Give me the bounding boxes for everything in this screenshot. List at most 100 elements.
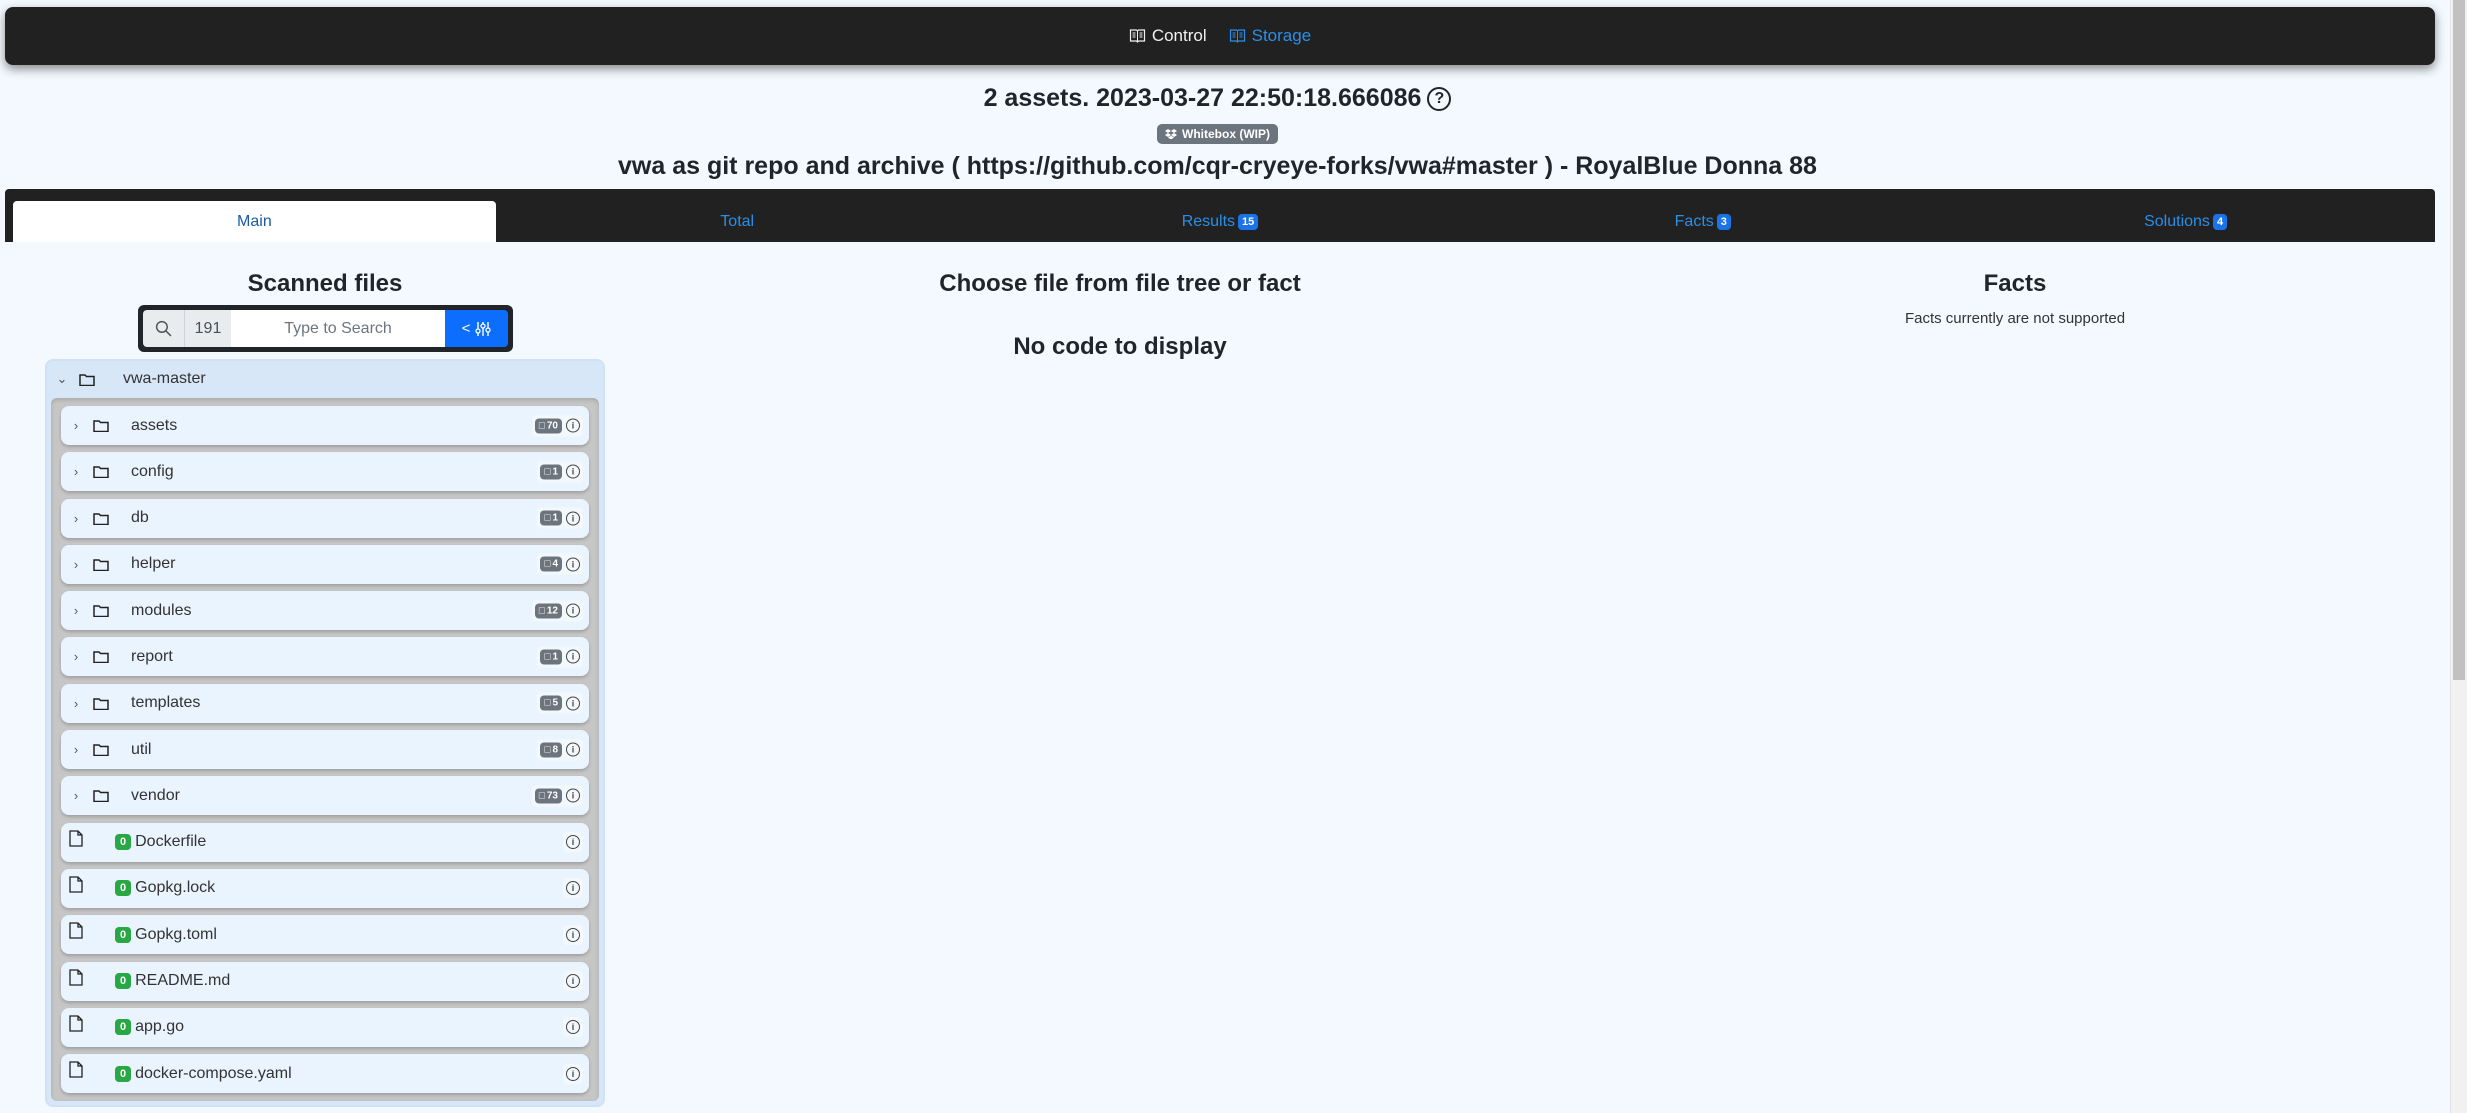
book-icon [1129, 29, 1145, 43]
info-icon[interactable]: i [566, 464, 580, 479]
chevron-right-icon[interactable]: › [69, 742, 83, 757]
chevron-down-icon[interactable]: ⌄ [55, 371, 69, 387]
file-icon [69, 968, 83, 986]
tab-solutions[interactable]: Solutions 4 [1944, 201, 2427, 242]
tree-file-row[interactable]: 0 Dockerfile i [61, 822, 589, 862]
folder-icon [93, 559, 109, 571]
tab-results-label: Results [1181, 212, 1236, 230]
info-icon[interactable]: i [566, 603, 580, 618]
folder-icon [93, 420, 109, 432]
chevron-right-icon[interactable]: › [69, 603, 83, 618]
tree-folder-row[interactable]: › db □ 1 i [61, 498, 589, 538]
folder-count-badge: □ 1 [540, 649, 562, 665]
folder-icon [93, 698, 109, 710]
repo-title: vwa as git repo and archive ( https://gi… [618, 152, 1817, 180]
info-icon[interactable]: i [566, 974, 580, 989]
nav-storage[interactable]: Storage [1229, 26, 1312, 46]
facts-count-badge: 3 [1716, 213, 1731, 230]
nav-storage-label: Storage [1251, 26, 1312, 45]
chevron-right-icon[interactable]: › [69, 418, 83, 433]
file-name: docker-compose.yaml [135, 1064, 292, 1082]
nav-control-label: Control [1151, 26, 1207, 45]
folder-icon [93, 651, 109, 664]
info-icon[interactable]: i [566, 557, 580, 572]
findings-badge: 0 [115, 834, 132, 851]
findings-badge: 0 [115, 973, 132, 990]
folder-name: templates [131, 694, 201, 712]
tree-folder-row[interactable]: › config □ 1 i [61, 452, 589, 492]
tree-folder-row[interactable]: › helper □ 4 i [61, 544, 589, 584]
whitebox-badge-label: Whitebox (WIP) [1182, 127, 1270, 141]
findings-badge: 0 [115, 926, 132, 943]
nav-control[interactable]: Control [1129, 26, 1207, 46]
folder-icon [93, 605, 109, 618]
tree-folder-row[interactable]: › assets □ 70 i [61, 406, 589, 445]
dropbox-icon [1165, 129, 1177, 139]
folder-icon: □ [544, 558, 551, 570]
folder-icon: □ [544, 651, 551, 663]
sliders-icon [475, 321, 492, 336]
folder-name: modules [131, 601, 192, 619]
results-count-badge: 15 [1238, 213, 1259, 230]
tree-folder-row[interactable]: › modules □ 12 i [61, 591, 589, 631]
tree-folder-row[interactable]: › vendor □ 73 i [61, 776, 589, 816]
info-icon[interactable]: i [566, 418, 580, 433]
info-icon[interactable]: i [566, 696, 580, 711]
tree-file-row[interactable]: 0 docker-compose.yaml i [61, 1054, 589, 1094]
folder-icon: □ [538, 790, 545, 802]
folder-icon [79, 373, 95, 386]
folder-name: assets [131, 416, 178, 434]
folder-name: util [131, 740, 152, 758]
scrollbar-thumb[interactable] [2453, 0, 2465, 680]
tree-folder-row[interactable]: › util □ 8 i [61, 730, 589, 770]
info-icon[interactable]: i [566, 788, 580, 803]
folder-icon: □ [538, 605, 545, 617]
tab-facts[interactable]: Facts 3 [1461, 201, 1944, 242]
info-icon[interactable]: i [566, 1020, 580, 1035]
tab-total[interactable]: Total [496, 201, 979, 242]
chevron-right-icon[interactable]: › [69, 788, 83, 803]
tree-folder-row[interactable]: › templates □ 5 i [61, 683, 589, 723]
help-icon[interactable]: ? [1427, 86, 1452, 111]
folder-name: vendor [131, 786, 180, 804]
tree-root-row[interactable]: ⌄ vwa-master □190 i [47, 361, 603, 744]
file-count: 191 [185, 310, 231, 347]
chevron-right-icon[interactable]: › [69, 649, 83, 664]
info-icon[interactable]: i [566, 511, 580, 526]
page-scrollbar[interactable] [2450, 0, 2467, 1113]
tree-folder-row[interactable]: › report □ 1 i [61, 637, 589, 677]
tree-file-row[interactable]: 0 app.go i [61, 1007, 589, 1047]
chevron-right-icon[interactable]: › [69, 511, 83, 526]
root-folder-name: vwa-master [123, 370, 206, 387]
info-icon[interactable]: i [566, 881, 580, 896]
folder-name: helper [131, 555, 176, 573]
folder-icon [93, 790, 109, 803]
info-icon[interactable]: i [566, 835, 580, 850]
folder-count-badge: □ 4 [540, 556, 562, 572]
tree-file-row[interactable]: 0 Gopkg.lock i [61, 868, 589, 908]
chevron-right-icon[interactable]: › [69, 464, 83, 479]
info-icon[interactable]: i [566, 1066, 580, 1081]
tab-results[interactable]: Results 15 [979, 201, 1462, 242]
search-input[interactable] [231, 310, 445, 347]
info-icon[interactable]: i [566, 927, 580, 942]
info-icon[interactable]: i [566, 649, 580, 664]
main-tabs: Main Total Results 15 Facts 3 Solutions 4 [5, 189, 2435, 242]
tab-main[interactable]: Main [13, 201, 496, 242]
solutions-count-badge: 4 [2212, 213, 2228, 230]
findings-badge: 0 [115, 1065, 132, 1082]
tab-facts-label: Facts [1674, 212, 1714, 230]
filter-toggle-button[interactable]: < [445, 310, 508, 347]
search-icon [143, 310, 185, 347]
findings-badge: 0 [115, 1019, 132, 1036]
chevron-right-icon[interactable]: › [69, 557, 83, 572]
file-icon [69, 830, 83, 847]
info-icon[interactable]: i [566, 742, 580, 757]
folder-count-badge: □ 5 [540, 695, 562, 711]
no-code-message: No code to display [1013, 333, 1227, 360]
scanned-files-heading: Scanned files [247, 270, 403, 297]
tree-file-row[interactable]: 0 README.md i [61, 961, 589, 1001]
file-search-group: 191 < [138, 305, 513, 352]
tree-file-row[interactable]: 0 Gopkg.toml i [61, 915, 589, 955]
chevron-right-icon[interactable]: › [69, 696, 83, 711]
